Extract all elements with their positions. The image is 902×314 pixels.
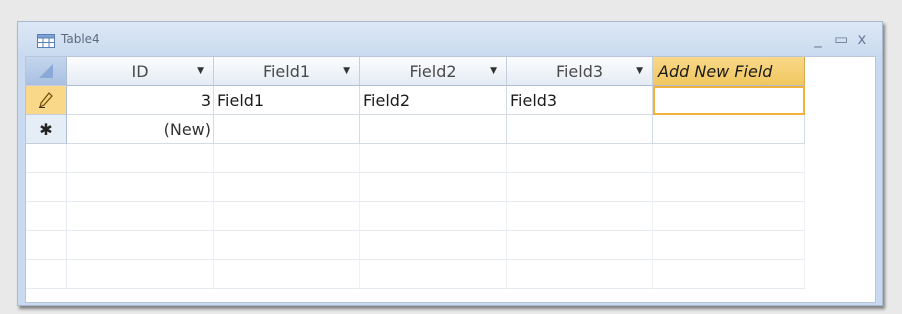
empty-cell: [507, 260, 653, 289]
empty-cell: [360, 144, 507, 173]
empty-cell: [507, 202, 653, 231]
empty-cell: [67, 260, 214, 289]
new-record-selector[interactable]: ✱: [26, 115, 67, 144]
empty-selector: [26, 202, 67, 231]
window-title: Table4: [61, 32, 100, 46]
empty-cell: [67, 144, 214, 173]
cell-new-field1[interactable]: [214, 115, 360, 144]
cell-new-field3[interactable]: [507, 115, 653, 144]
empty-cell: [214, 202, 360, 231]
empty-cell: [507, 144, 653, 173]
empty-cell: [360, 231, 507, 260]
empty-cell: [67, 231, 214, 260]
table-window: Table4 _ ▭ x ID ▼ Field1 ▼ Field2 ▼ Fiel…: [17, 21, 883, 306]
cell-add-new-field[interactable]: [653, 86, 805, 115]
chevron-down-icon[interactable]: ▼: [343, 57, 350, 85]
table-icon: [37, 34, 55, 48]
empty-cell: [214, 260, 360, 289]
asterisk-icon: ✱: [39, 120, 53, 139]
chevron-down-icon[interactable]: ▼: [197, 57, 204, 85]
empty-row: [26, 231, 875, 260]
column-header-field3[interactable]: Field3 ▼: [507, 57, 653, 86]
column-header-id[interactable]: ID ▼: [67, 57, 214, 86]
table-row: 3 Field1 Field2 Field3: [26, 86, 875, 115]
cell-field3[interactable]: Field3: [507, 86, 653, 115]
empty-selector: [26, 144, 67, 173]
cell-id[interactable]: 3: [67, 86, 214, 115]
column-header-field1[interactable]: Field1 ▼: [214, 57, 360, 86]
empty-cell: [653, 231, 805, 260]
header-row: ID ▼ Field1 ▼ Field2 ▼ Field3 ▼ Add New …: [26, 57, 875, 86]
chevron-down-icon[interactable]: ▼: [490, 57, 497, 85]
window-titlebar[interactable]: Table4 _ ▭ x: [18, 22, 882, 54]
empty-selector: [26, 260, 67, 289]
empty-selector: [26, 231, 67, 260]
minimize-button[interactable]: _: [812, 30, 824, 48]
empty-cell: [507, 231, 653, 260]
cell-new-id[interactable]: (New): [67, 115, 214, 144]
empty-cell: [653, 144, 805, 173]
empty-selector: [26, 173, 67, 202]
empty-row: [26, 144, 875, 173]
empty-cell: [67, 202, 214, 231]
cell-new-add-field[interactable]: [653, 115, 805, 144]
column-header-field2[interactable]: Field2 ▼: [360, 57, 507, 86]
empty-cell: [653, 173, 805, 202]
close-button[interactable]: x: [856, 30, 868, 48]
empty-row: [26, 260, 875, 289]
select-all-icon: [39, 64, 53, 78]
chevron-down-icon[interactable]: ▼: [636, 57, 643, 85]
restore-button[interactable]: ▭: [834, 30, 848, 48]
empty-row: [26, 202, 875, 231]
empty-row: [26, 173, 875, 202]
record-selector[interactable]: [26, 86, 67, 115]
add-new-field-header[interactable]: Add New Field: [653, 57, 805, 86]
cell-field2[interactable]: Field2: [360, 86, 507, 115]
empty-cell: [360, 260, 507, 289]
empty-cell: [67, 173, 214, 202]
empty-cell: [507, 173, 653, 202]
empty-cell: [214, 231, 360, 260]
empty-cell: [214, 173, 360, 202]
datasheet-grid: ID ▼ Field1 ▼ Field2 ▼ Field3 ▼ Add New …: [25, 56, 876, 303]
empty-cell: [653, 260, 805, 289]
new-record-row: ✱ (New): [26, 115, 875, 144]
window-controls: _ ▭ x: [812, 30, 868, 48]
empty-cell: [360, 202, 507, 231]
empty-cell: [653, 202, 805, 231]
empty-cell: [214, 144, 360, 173]
select-all-button[interactable]: [26, 57, 67, 86]
pencil-icon: [39, 92, 53, 109]
cell-new-field2[interactable]: [360, 115, 507, 144]
empty-cell: [360, 173, 507, 202]
cell-field1[interactable]: Field1: [214, 86, 360, 115]
